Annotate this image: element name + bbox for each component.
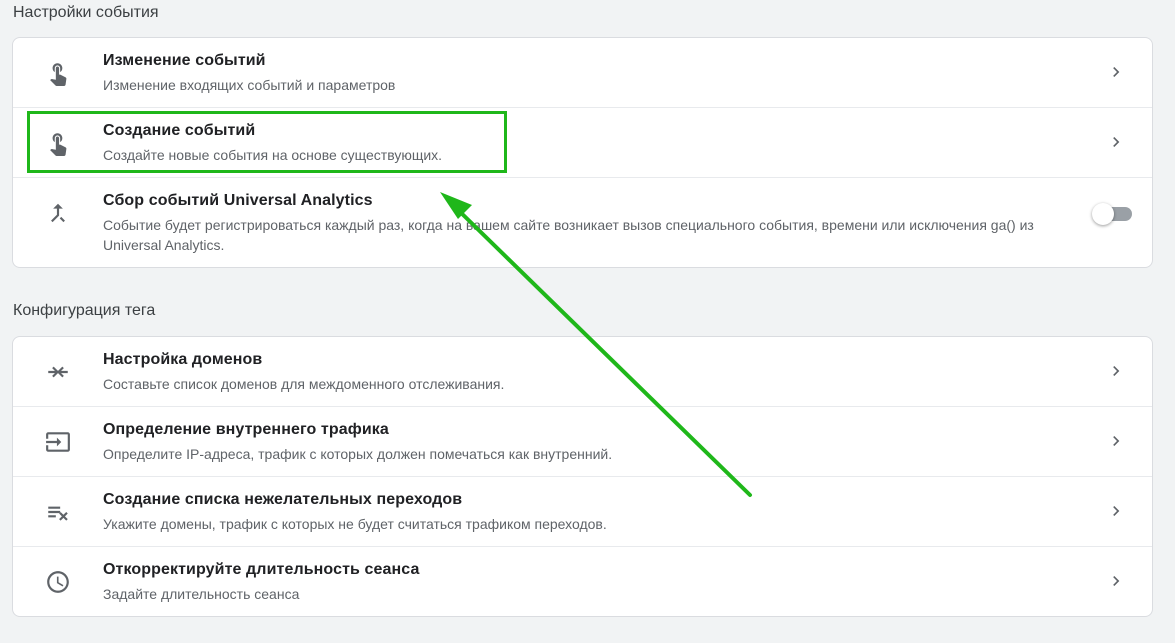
row-description: Создайте новые события на основе существ…	[103, 147, 443, 163]
row-title: Сбор событий Universal Analytics	[103, 192, 373, 209]
playlist-remove-icon	[45, 499, 71, 525]
touch-icon	[45, 130, 71, 156]
chevron-right-icon	[1113, 366, 1120, 376]
chevron-right-icon	[1113, 576, 1120, 586]
row-domains[interactable]: Настройка доменов Составьте список домен…	[13, 337, 1152, 407]
row-description: Укажите домены, трафик с которых не буде…	[103, 516, 607, 532]
row-unwanted-referrals[interactable]: Создание списка нежелательных переходов …	[13, 477, 1152, 547]
touch-icon	[45, 60, 71, 86]
row-description: Задайте длительность сеанса	[103, 586, 300, 602]
row-create-events[interactable]: Создание событий Создайте новые события …	[13, 108, 1152, 178]
row-title: Создание списка нежелательных переходов	[103, 491, 463, 508]
row-title: Откорректируйте длительность сеанса	[103, 561, 420, 578]
clock-icon	[45, 569, 71, 595]
row-ua-events: Сбор событий Universal Analytics Событие…	[13, 178, 1152, 267]
chevron-right-icon	[1113, 436, 1120, 446]
chevron-right-icon	[1113, 67, 1120, 77]
row-description: Определите IP-адреса, трафик с которых д…	[103, 446, 613, 462]
section-title-event-settings: Настройки события	[13, 4, 159, 21]
row-modify-events[interactable]: Изменение событий Изменение входящих соб…	[13, 38, 1152, 108]
row-description: Событие будет регистрироваться каждый ра…	[103, 217, 1034, 253]
row-title: Изменение событий	[103, 52, 266, 69]
row-description: Изменение входящих событий и параметров	[103, 77, 396, 93]
tag-config-card: Настройка доменов Составьте список домен…	[12, 336, 1153, 617]
section-title-tag-config: Конфигурация тега	[13, 302, 156, 319]
input-icon	[45, 429, 71, 455]
row-title: Определение внутреннего трафика	[103, 421, 389, 438]
event-settings-card: Изменение событий Изменение входящих соб…	[12, 37, 1153, 268]
ua-events-toggle[interactable]	[1092, 203, 1132, 225]
compare-arrows-icon	[45, 359, 71, 385]
row-description: Составьте список доменов для междоменног…	[103, 376, 505, 392]
chevron-right-icon	[1113, 137, 1120, 147]
row-internal-traffic[interactable]: Определение внутреннего трафика Определи…	[13, 407, 1152, 477]
merge-icon	[45, 200, 71, 226]
row-session-timeout[interactable]: Откорректируйте длительность сеанса Зада…	[13, 547, 1152, 616]
row-title: Настройка доменов	[103, 351, 263, 368]
chevron-right-icon	[1113, 506, 1120, 516]
row-title: Создание событий	[103, 122, 256, 139]
toggle-knob	[1092, 203, 1114, 225]
